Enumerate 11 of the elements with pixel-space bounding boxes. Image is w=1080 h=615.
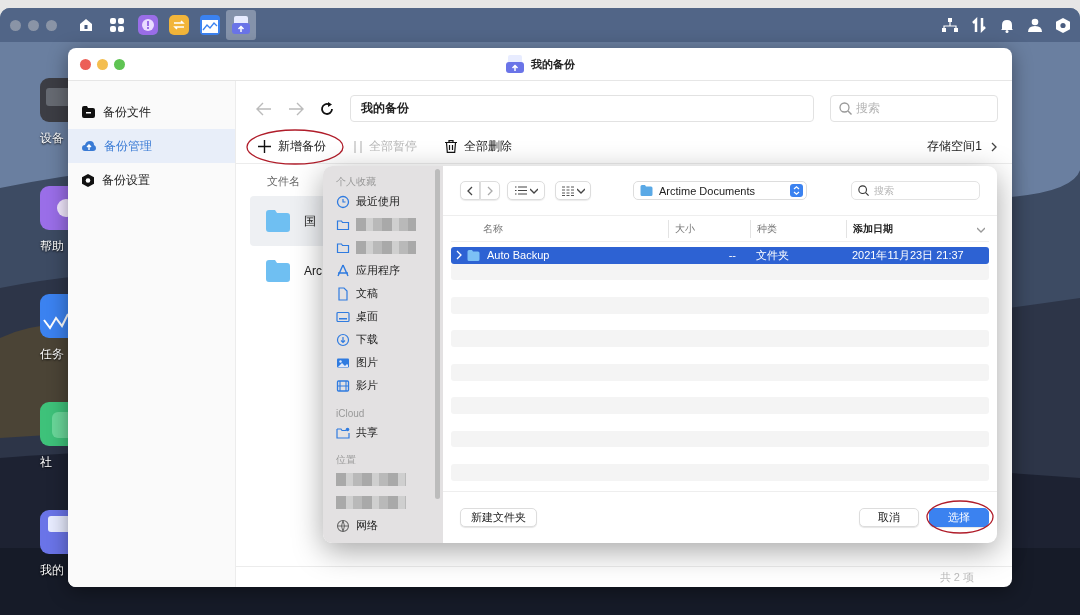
app-label: 社 [40,454,52,471]
app-label: 我的 [40,562,64,579]
section-heading: 位置 [336,453,356,467]
section-heading: 个人收藏 [336,175,376,189]
window-title: 我的备份 [531,56,575,72]
section-heading: iCloud [336,407,365,419]
app-label: 帮助 [40,238,64,255]
app-label: 设备 [40,130,64,147]
app-label: 任务 [40,346,64,363]
item-count: 共 2 项 [939,569,974,585]
column-header: 文件名 [267,175,300,187]
